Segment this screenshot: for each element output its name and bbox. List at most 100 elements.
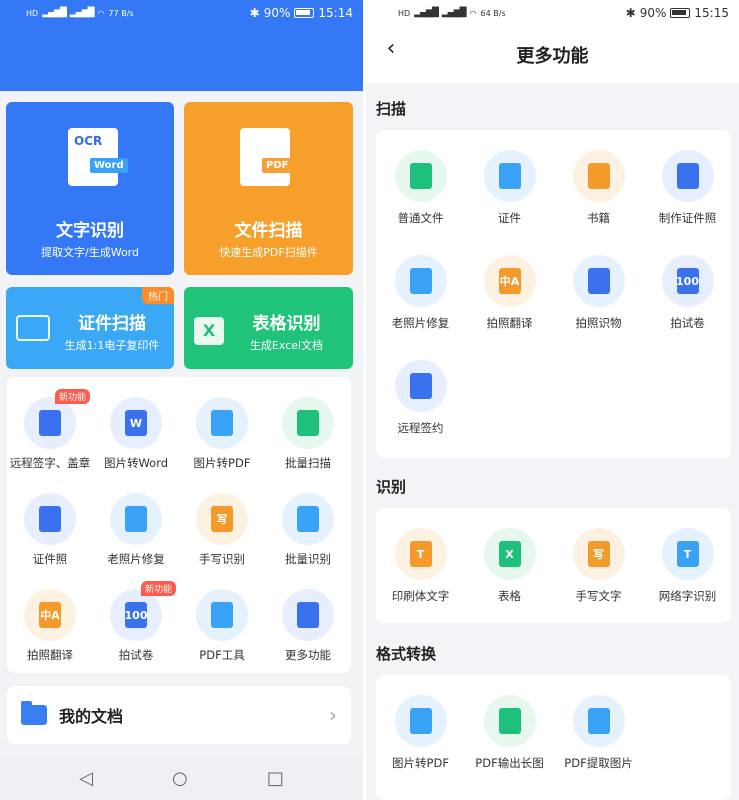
tool-label: 图片转PDF xyxy=(193,456,251,470)
pen-icon: 新功能 xyxy=(24,389,90,449)
title-bar: ‹ 更多功能 xyxy=(366,26,739,83)
feature-label: 图片转PDF xyxy=(392,756,449,770)
feature-item[interactable]: 拍照识物 xyxy=(554,255,643,331)
tool-item[interactable]: 老照片修复 xyxy=(93,493,179,567)
tool-item[interactable]: 批量扫描 xyxy=(265,397,351,471)
toolbox-icon xyxy=(196,589,248,641)
tool-label: 批量识别 xyxy=(285,552,331,566)
tool-item[interactable]: 批量识别 xyxy=(265,493,351,567)
feature-item[interactable]: 100 拍试卷 xyxy=(643,255,732,331)
feature-item[interactable]: PDF输出长图 xyxy=(465,695,554,771)
tool-label: 拍照翻译 xyxy=(27,648,73,662)
status-bar: HD ▂▄▆█ ▂▄▆█ ◠ 64 B/s ✱ 90% 15:15 xyxy=(366,0,739,26)
feature-label: 印刷体文字 xyxy=(391,589,450,603)
handwriting-icon: 写 xyxy=(572,528,625,580)
feature-item[interactable]: T 印刷体文字 xyxy=(376,528,465,604)
tool-label: 远程签字、盖章 xyxy=(9,456,91,470)
feature-item[interactable]: 书籍 xyxy=(554,150,643,226)
feature-item[interactable]: PDF提取图片 xyxy=(554,695,643,771)
signal-icon-2: ▂▄▆█ xyxy=(441,8,467,18)
feature-item[interactable]: 远程签约 xyxy=(376,360,465,436)
feature-label: 表格 xyxy=(498,589,521,603)
feature-item[interactable]: X 表格 xyxy=(465,528,554,604)
feature-item[interactable]: T 网络字识别 xyxy=(643,528,732,604)
pdf-scan-icon: PDF xyxy=(240,128,293,186)
id-card-icon xyxy=(483,150,536,202)
my-documents-label: 我的文档 xyxy=(59,707,124,726)
feature-label: PDF提取图片 xyxy=(564,756,633,770)
tool-label: 老照片修复 xyxy=(107,552,165,566)
feature-item[interactable]: 中A 拍照翻译 xyxy=(465,255,554,331)
nav-recent-icon[interactable]: □ xyxy=(267,768,284,789)
home-header: HD ▂▄▆█ ▂▄▆█ ◠ 77 B/s ✱ 90% 15:14 xyxy=(0,0,363,91)
file-scan-tile[interactable]: PDF 文件扫描 快速生成PDF扫描件 xyxy=(184,102,353,275)
net-speed: 64 B/s xyxy=(480,8,506,18)
net-speed: 77 B/s xyxy=(108,8,134,18)
tile-title: 文件扫描 xyxy=(234,221,303,241)
tile-subtitle: 快速生成PDF扫描件 xyxy=(219,246,318,259)
translate-icon: 中A xyxy=(483,255,536,307)
tool-label: 批量扫描 xyxy=(285,456,331,470)
bluetooth-icon: ✱ xyxy=(625,6,636,20)
tool-item[interactable]: 更多功能 xyxy=(265,589,351,663)
hd-icon: HD xyxy=(398,8,411,18)
feature-label: 证件 xyxy=(498,211,521,225)
tool-item[interactable]: PDF工具 xyxy=(179,589,265,663)
feature-item[interactable]: 图片转PDF xyxy=(376,695,465,771)
feature-item[interactable]: 写手写文字 xyxy=(554,528,643,604)
folder-icon xyxy=(21,701,47,725)
back-arrow-icon[interactable]: ‹ xyxy=(376,36,406,61)
section-title-convert: 格式转换 xyxy=(376,645,437,663)
page-title: 更多功能 xyxy=(516,45,589,67)
tool-label: 拍试卷 xyxy=(118,648,154,662)
more-features-screen: HD ▂▄▆█ ▂▄▆█ ◠ 64 B/s ✱ 90% 15:15 ‹ 更多功能 扫描 普通… xyxy=(366,0,739,800)
clock: 15:14 xyxy=(318,6,353,20)
word-doc-icon: W xyxy=(110,397,162,449)
feature-item[interactable]: 普通文件 xyxy=(376,150,465,226)
feature-label: 拍试卷 xyxy=(670,316,705,330)
signal-icon: ▂▄▆█ xyxy=(42,8,67,18)
feature-label: 书籍 xyxy=(587,211,610,225)
section-title-recognize: 识别 xyxy=(376,478,407,496)
ocr-text-tile[interactable]: OCR Word 文字识别 提取文字/生成Word xyxy=(6,102,174,275)
tool-item[interactable]: 中A 拍照翻译 xyxy=(7,589,93,663)
tool-item[interactable]: 新功能远程签字、盖章 xyxy=(7,389,93,471)
tool-label: 更多功能 xyxy=(285,648,331,662)
table-recognize-tile[interactable]: X 表格识别 生成Excel文档 xyxy=(184,287,353,369)
convert-card: 图片转PDF PDF输出长图 PDF提取图片 xyxy=(376,675,731,800)
tile-subtitle: 生成1:1电子复印件 xyxy=(64,339,160,352)
old-photo-icon xyxy=(394,255,447,307)
feature-item[interactable]: 证件 xyxy=(465,150,554,226)
handwriting-icon: 写 xyxy=(196,493,248,545)
book-icon xyxy=(572,150,625,202)
nav-home-icon[interactable]: ○ xyxy=(172,768,188,789)
my-documents-row[interactable]: 我的文档 › xyxy=(7,686,351,744)
old-photo-icon xyxy=(110,493,162,545)
id-photo-icon xyxy=(24,493,76,545)
hd-icon: HD xyxy=(26,8,39,18)
tile-title: 文字识别 xyxy=(56,221,124,241)
feature-label: 远程签约 xyxy=(397,421,444,435)
tool-item[interactable]: 图片转PDF xyxy=(179,397,265,471)
tool-item[interactable]: 写手写识别 xyxy=(179,493,265,567)
bluetooth-icon: ✱ xyxy=(249,6,260,20)
battery-icon xyxy=(294,8,315,18)
tool-item[interactable]: 证件照 xyxy=(7,493,93,567)
battery-percent: 90% xyxy=(639,6,667,20)
tile-title: 证件扫描 xyxy=(78,314,146,334)
tools-grid: 新功能远程签字、盖章 W 图片转Word 图片转PDF 批量扫描证件照 老照片修复写手写识… xyxy=(7,377,351,673)
feature-item[interactable]: 制作证件照 xyxy=(643,150,732,226)
id-scan-tile[interactable]: 热门 证件扫描 生成1:1电子复印件 xyxy=(6,287,174,369)
wifi-icon: ◠ xyxy=(97,8,105,18)
document-icon xyxy=(394,150,447,202)
scan-card: 普通文件 证件 书籍 制作证件照老照片修复 中A 拍照翻译 拍照识物 100 拍试卷远程签约 xyxy=(376,130,731,458)
tool-item[interactable]: W 图片转Word xyxy=(93,397,179,471)
tool-item[interactable]: 100 新功能 拍试卷 xyxy=(93,581,179,663)
feature-label: 普通文件 xyxy=(397,211,444,225)
image-pdf-icon xyxy=(394,695,447,747)
wifi-icon: ◠ xyxy=(469,8,477,18)
signal-icon-2: ▂▄▆█ xyxy=(69,8,95,18)
web-text-icon: T xyxy=(661,528,714,580)
nav-back-icon[interactable]: ◁ xyxy=(79,768,93,789)
feature-item[interactable]: 老照片修复 xyxy=(376,255,465,331)
